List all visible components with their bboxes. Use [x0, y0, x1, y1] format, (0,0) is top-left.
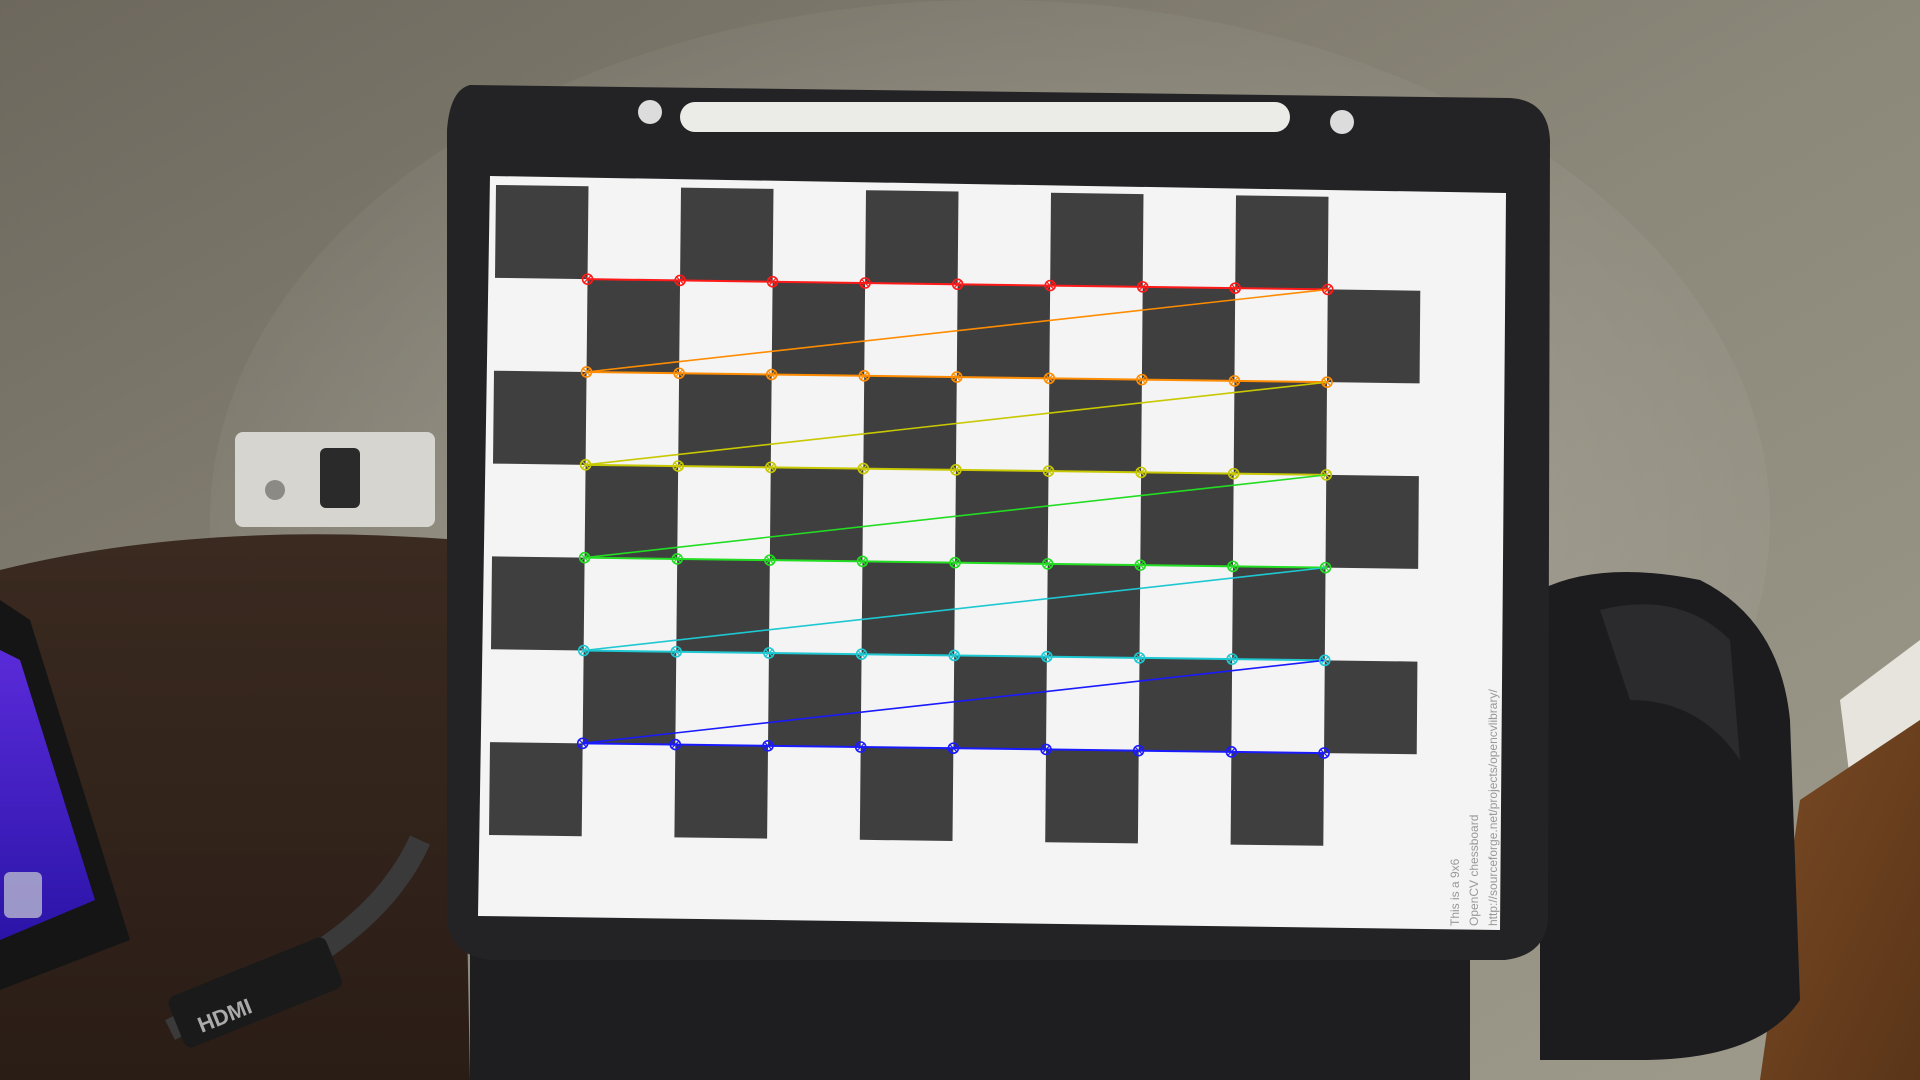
chessboard-square: [865, 190, 959, 285]
chessboard-square: [1046, 563, 1141, 658]
chessboard-square: [771, 281, 866, 376]
chessboard-square: [1048, 378, 1142, 473]
chessboard-square: [1232, 566, 1326, 661]
chessboard-square: [863, 375, 957, 470]
chessboard-square: [493, 370, 587, 465]
screen-caption-line-2: OpenCV chessboard: [1467, 814, 1481, 926]
chessboard-square: [1045, 749, 1139, 844]
case-hole-right: [1330, 110, 1354, 134]
outlet-hole: [265, 480, 285, 500]
photo-scene: HDMI: [0, 0, 1920, 1080]
chessboard-square: [584, 464, 679, 559]
chessboard-square: [489, 742, 583, 837]
screen-caption-line-3: http://sourceforge.net/projects/opencvli…: [1486, 689, 1500, 926]
chessboard-square: [1230, 751, 1325, 846]
screen-caption-line-1: This is a 9x6: [1448, 858, 1462, 926]
chessboard-square: [955, 469, 1049, 564]
chessboard-square: [674, 744, 769, 839]
chessboard-square: [586, 279, 681, 374]
chessboard-square: [1327, 289, 1421, 384]
chessboard-square: [956, 284, 1051, 379]
chessboard-square: [491, 556, 585, 651]
chessboard-square: [859, 747, 954, 841]
stylus-pencil: [680, 102, 1290, 132]
chessboard-square: [1235, 195, 1329, 290]
power-plug: [320, 448, 360, 508]
chessboard-square: [1325, 474, 1419, 569]
chessboard-square: [680, 187, 774, 282]
chessboard-square: [1050, 192, 1144, 287]
chessboard-square: [495, 185, 589, 280]
chessboard-square: [953, 655, 1047, 750]
case-hole-left: [638, 100, 662, 124]
chessboard-square: [769, 467, 864, 562]
chessboard-square: [768, 652, 862, 747]
chessboard-square: [582, 650, 677, 745]
chessboard-square: [1324, 660, 1418, 755]
chessboard-square: [861, 561, 956, 656]
trash-icon: [4, 872, 42, 918]
chessboard-square: [1233, 380, 1328, 475]
